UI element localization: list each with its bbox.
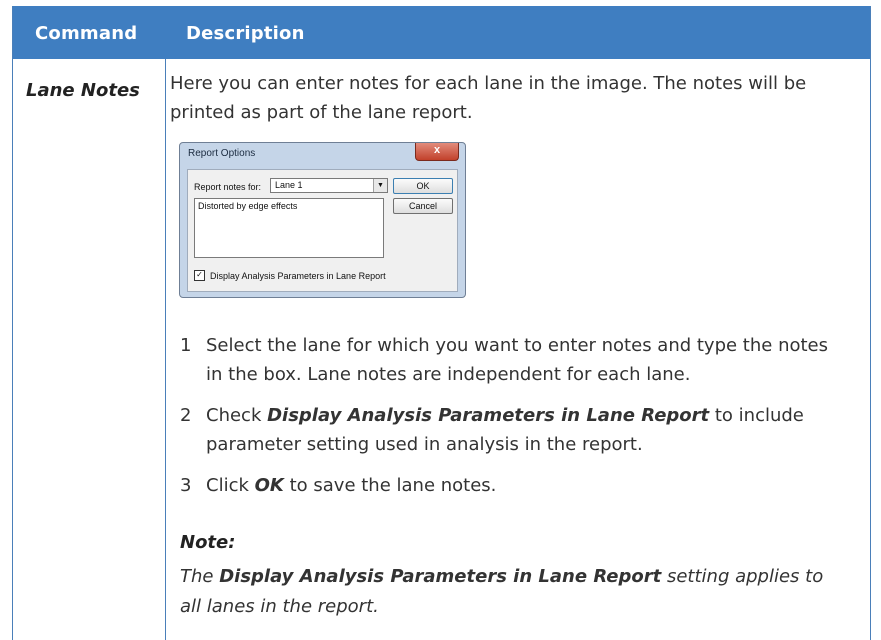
step-text-pre: Click [206, 475, 255, 496]
lane-select[interactable]: Lane 1 ▼ [270, 178, 388, 193]
step-number: 2 [180, 405, 192, 426]
step-text-post: to save the lane notes. [283, 475, 497, 496]
step-text: Check Display Analysis Parameters in Lan… [206, 401, 830, 459]
command-cell: Lane Notes [26, 80, 140, 101]
note-bold: Display Analysis Parameters in Lane Repo… [219, 566, 662, 587]
close-icon[interactable]: x [415, 143, 459, 161]
note-body: The Display Analysis Parameters in Lane … [180, 562, 840, 622]
step-number: 3 [180, 475, 192, 496]
report-options-dialog: Report Options x Report notes for: Lane … [179, 142, 466, 298]
checkbox-check-icon[interactable]: ✓ [194, 270, 205, 281]
dialog-title: Report Options [188, 148, 256, 159]
cancel-button[interactable]: Cancel [393, 198, 453, 214]
header-description: Description [186, 23, 305, 44]
dialog-body: Report notes for: Lane 1 ▼ OK Cancel Dis… [187, 169, 458, 292]
ok-button[interactable]: OK [393, 178, 453, 194]
table-header-row: Command Description [13, 6, 870, 59]
header-command: Command [35, 23, 138, 44]
step-number: 1 [180, 335, 192, 356]
step-text-bold: Display Analysis Parameters in Lane Repo… [267, 405, 710, 426]
list-item: 2 Check Display Analysis Parameters in L… [180, 401, 830, 459]
step-text-pre: Check [206, 405, 268, 426]
lane-notes-textarea[interactable]: Distorted by edge effects [194, 198, 384, 258]
note-pre: The [180, 566, 220, 587]
list-item: 1 Select the lane for which you want to … [180, 331, 830, 389]
display-params-checkbox[interactable]: ✓ Display Analysis Parameters in Lane Re… [194, 270, 386, 281]
list-item: 3 Click OK to save the lane notes. [180, 471, 830, 500]
step-text: Click OK to save the lane notes. [206, 471, 830, 500]
step-text-bold: OK [254, 475, 284, 496]
lane-select-value: Lane 1 [275, 180, 303, 190]
report-notes-label: Report notes for: [194, 182, 262, 192]
description-intro: Here you can enter notes for each lane i… [170, 73, 807, 123]
checkbox-label: Display Analysis Parameters in Lane Repo… [210, 270, 386, 281]
step-text: Select the lane for which you want to en… [206, 335, 829, 385]
note-heading: Note: [180, 532, 236, 553]
steps-list: 1 Select the lane for which you want to … [180, 331, 830, 512]
column-divider [165, 59, 166, 640]
chevron-down-icon[interactable]: ▼ [373, 179, 387, 192]
